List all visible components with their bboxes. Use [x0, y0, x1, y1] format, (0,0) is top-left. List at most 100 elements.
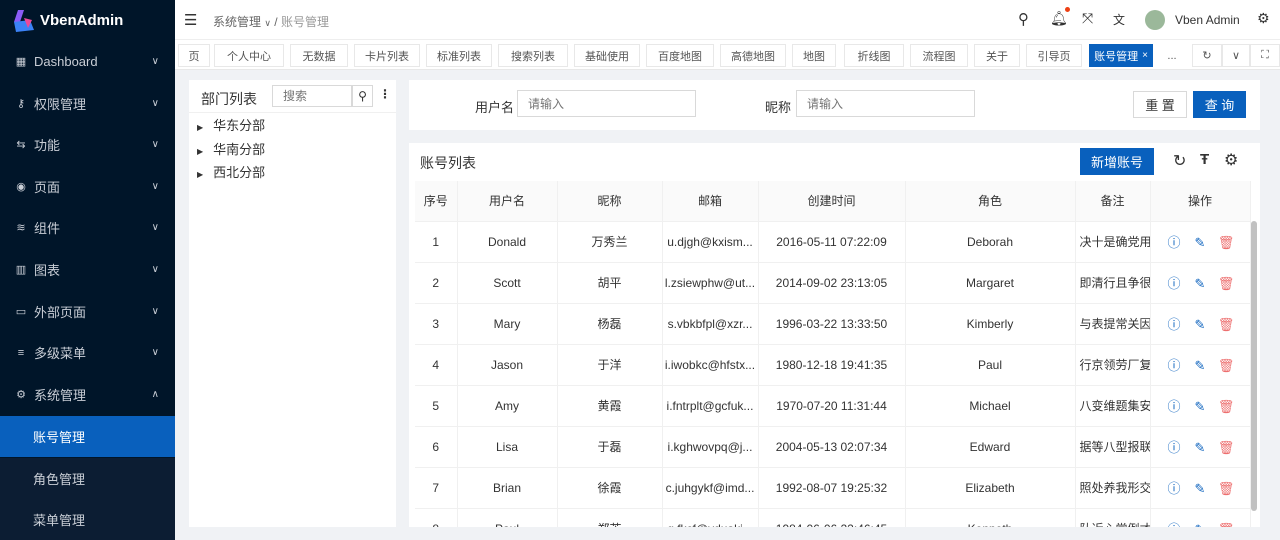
edit-icon[interactable]: ✎: [1187, 276, 1213, 292]
notification-dot: [1065, 7, 1070, 12]
info-icon[interactable]: ⓘ: [1161, 519, 1187, 527]
username-input[interactable]: [517, 90, 696, 117]
sidebar-subitem-2[interactable]: 菜单管理: [0, 499, 175, 540]
tab-13[interactable]: 引导页: [1026, 44, 1082, 67]
close-icon[interactable]: ×: [1142, 50, 1148, 61]
edit-icon[interactable]: ✎: [1187, 522, 1213, 527]
scrollbar[interactable]: [1251, 221, 1257, 511]
translate-icon[interactable]: 文: [1113, 11, 1125, 28]
delete-icon[interactable]: 🗑︎: [1213, 399, 1239, 415]
tab-label: 流程图: [922, 50, 956, 63]
refresh-icon[interactable]: ↻: [1173, 151, 1186, 171]
tab-10[interactable]: 折线图: [844, 44, 904, 67]
tab-12[interactable]: 关于: [974, 44, 1020, 67]
table-row: 6 Lisa 于磊 i.kghwovpq@j... 2004-05-13 02:07:3…: [415, 426, 1251, 468]
delete-icon[interactable]: 🗑︎: [1213, 276, 1239, 292]
sidebar-item-0[interactable]: ▦ Dashboard ∨: [0, 41, 175, 82]
table-cell: 2: [415, 262, 458, 304]
delete-icon[interactable]: 🗑︎: [1213, 358, 1239, 374]
caret-right-icon[interactable]: ▶: [197, 123, 203, 132]
delete-icon[interactable]: 🗑︎: [1213, 235, 1239, 251]
table-title: 账号列表: [420, 155, 476, 171]
edit-icon[interactable]: ✎: [1187, 399, 1213, 415]
table-cell: 3: [415, 303, 458, 345]
chevron-down-icon: ∨: [151, 139, 159, 151]
sidebar-subitem-0[interactable]: 账号管理: [0, 416, 175, 457]
reset-button[interactable]: 重 置: [1133, 91, 1187, 118]
dept-tree-node[interactable]: ▶ 华南分部: [197, 139, 265, 158]
dept-search-input[interactable]: [272, 85, 352, 107]
info-icon[interactable]: ⓘ: [1161, 232, 1187, 251]
breadcrumb-item[interactable]: 系统管理: [213, 15, 261, 29]
tab-11[interactable]: 流程图: [910, 44, 968, 67]
sidebar-item-1[interactable]: ⚷ 权限管理 ∨: [0, 83, 175, 124]
caret-right-icon[interactable]: ▶: [197, 170, 203, 179]
info-icon[interactable]: ⓘ: [1161, 396, 1187, 415]
sidebar-item-6[interactable]: ▭ 外部页面 ∨: [0, 291, 175, 332]
user-name[interactable]: Vben Admin: [1175, 13, 1240, 27]
bell-icon[interactable]: 🔔︎: [1050, 10, 1068, 27]
tab-7[interactable]: 百度地图: [646, 44, 714, 67]
sidebar-item-7[interactable]: ≡ 多级菜单 ∨: [0, 332, 175, 373]
settings-icon[interactable]: ⚙: [1257, 10, 1270, 27]
edit-icon[interactable]: ✎: [1187, 317, 1213, 333]
table-row: 3 Mary 杨磊 s.vbkbfpl@xzr... 1996-03-22 13:33:…: [415, 303, 1251, 345]
chevron-down-icon: ∨: [151, 264, 159, 275]
delete-icon[interactable]: 🗑︎: [1213, 440, 1239, 456]
edit-icon[interactable]: ✎: [1187, 481, 1213, 497]
settings-icon[interactable]: ⚙: [1224, 150, 1238, 170]
sidebar-item-4[interactable]: ≋ 组件 ∨: [0, 207, 175, 248]
add-account-button[interactable]: 新增账号: [1080, 148, 1154, 175]
sidebar-item-8[interactable]: ⚙ 系统管理 ∧: [0, 374, 175, 415]
delete-icon[interactable]: 🗑︎: [1213, 481, 1239, 497]
dept-tree-node[interactable]: ▶ 华东分部: [197, 115, 265, 134]
edit-icon[interactable]: ✎: [1187, 358, 1213, 374]
chevron-down-icon[interactable]: ∨: [1222, 44, 1250, 67]
sidebar-item-3[interactable]: ◉ 页面 ∨: [0, 166, 175, 207]
info-icon[interactable]: ⓘ: [1161, 437, 1187, 456]
tab-8[interactable]: 高德地图: [720, 44, 786, 67]
search-icon[interactable]: ⚲: [1018, 10, 1029, 28]
tab-6[interactable]: 基础使用: [574, 44, 640, 67]
table-row: 4 Jason 于洋 i.iwobkc@hfstx... 1980-12-18 19:4…: [415, 344, 1251, 386]
refresh-icon[interactable]: ↻: [1192, 44, 1222, 67]
monitor-icon: ▭: [15, 305, 27, 318]
sidebar-item-label: 账号管理: [33, 430, 86, 445]
caret-right-icon[interactable]: ▶: [197, 147, 203, 156]
fold-icon[interactable]: ⛶: [1250, 44, 1280, 67]
tab-3[interactable]: 卡片列表: [354, 44, 420, 67]
tab-14[interactable]: 账号管理 ×: [1089, 44, 1153, 67]
sidebar-subitem-1[interactable]: 角色管理: [0, 457, 175, 499]
info-icon[interactable]: ⓘ: [1161, 355, 1187, 374]
edit-icon[interactable]: ✎: [1187, 440, 1213, 456]
sidebar-item-2[interactable]: ⇆ 功能 ∨: [0, 124, 175, 165]
tabs-more[interactable]: ...: [1158, 44, 1186, 67]
dept-tree-node[interactable]: ▶ 西北分部: [197, 162, 265, 181]
chevron-down-icon: ∨: [151, 97, 159, 109]
info-icon[interactable]: ⓘ: [1161, 314, 1187, 333]
info-icon[interactable]: ⓘ: [1161, 478, 1187, 497]
tab-1[interactable]: 个人中心: [214, 44, 284, 67]
column-height-icon[interactable]: Ŧ: [1200, 151, 1209, 168]
table-cell: Jason: [457, 344, 558, 386]
tab-0[interactable]: 页: [178, 44, 210, 67]
sidebar-item-5[interactable]: ▥ 图表 ∨: [0, 249, 175, 290]
tab-4[interactable]: 标准列表: [426, 44, 492, 67]
search-icon[interactable]: ⚲: [352, 85, 373, 107]
layers-icon: ≋: [16, 222, 26, 235]
sidebar: VbenAdmin ▦ Dashboard ∨ ⚷ 权限管理 ∨ ⇆ 功能 ∨ ◉ 页面 ∨ ≋ 组件 ∨ ▥…: [0, 0, 175, 540]
avatar[interactable]: [1145, 10, 1165, 30]
info-icon[interactable]: ⓘ: [1161, 273, 1187, 292]
fullscreen-icon[interactable]: ⤧: [1082, 10, 1093, 27]
menu-fold-icon[interactable]: ☰: [184, 11, 197, 29]
tab-5[interactable]: 搜索列表: [498, 44, 568, 67]
delete-icon[interactable]: 🗑︎: [1213, 522, 1239, 527]
query-button[interactable]: 查 询: [1193, 91, 1246, 118]
tab-2[interactable]: 无数据: [290, 44, 348, 67]
tab-9[interactable]: 地图: [792, 44, 836, 67]
more-icon[interactable]: ⋮: [379, 87, 391, 101]
tab-label: 搜索列表: [511, 50, 555, 63]
edit-icon[interactable]: ✎: [1187, 235, 1213, 251]
nickname-input[interactable]: [796, 90, 975, 117]
delete-icon[interactable]: 🗑︎: [1213, 317, 1239, 333]
